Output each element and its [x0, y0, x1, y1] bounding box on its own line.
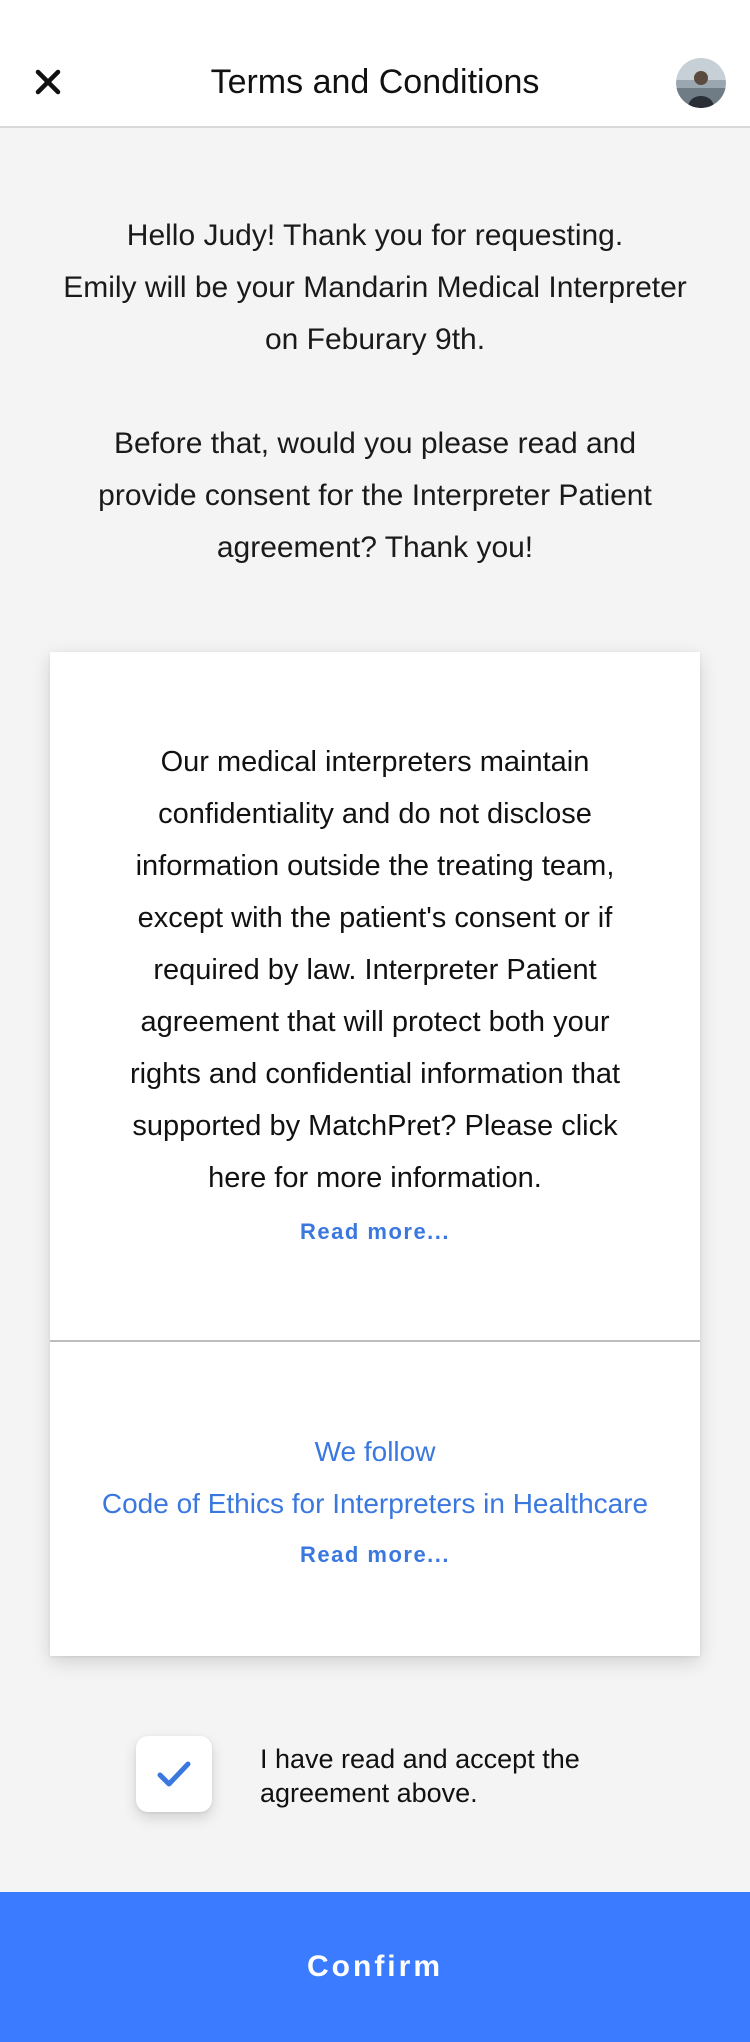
ethics-intro: We follow [314, 1436, 436, 1467]
greeting-line: Emily will be your Mandarin Medical Inte… [63, 271, 687, 304]
greeting-line: on Feburary 9th. [264, 323, 486, 356]
greeting-line: Hello Judy! Thank you for requesting. [126, 219, 624, 252]
page-title: Terms and Conditions [210, 63, 540, 101]
accept-label[interactable]: I have read and accept the agreement abo… [260, 1742, 640, 1810]
agreement-card: Our medical interpreters maintain confid… [50, 652, 700, 1656]
consent-request-message: Before that, would you please read and p… [40, 418, 710, 574]
confirm-button[interactable]: Confirm [0, 1892, 750, 2042]
app-header: Terms and Conditions [0, 0, 750, 128]
accept-checkbox[interactable] [136, 1736, 212, 1812]
request-line: provide consent for the Interpreter Pati… [98, 479, 652, 512]
card-divider [50, 1340, 700, 1342]
agreement-read-more-link[interactable]: Read more... [50, 1219, 700, 1245]
ethics-section: We follow Code of Ethics for Interpreter… [70, 1426, 680, 1530]
request-line: agreement? Thank you! [216, 531, 534, 564]
greeting-message: Hello Judy! Thank you for requesting. Em… [40, 210, 710, 366]
ethics-code-link[interactable]: Code of Ethics for Interpreters in Healt… [70, 1478, 680, 1530]
ethics-read-more-link[interactable]: Read more... [50, 1542, 700, 1568]
checkmark-icon [157, 1761, 191, 1787]
agreement-text: Our medical interpreters maintain confid… [129, 746, 621, 1194]
avatar[interactable] [676, 58, 726, 108]
request-line: Before that, would you please read and [113, 427, 637, 460]
user-avatar-icon [676, 58, 726, 108]
